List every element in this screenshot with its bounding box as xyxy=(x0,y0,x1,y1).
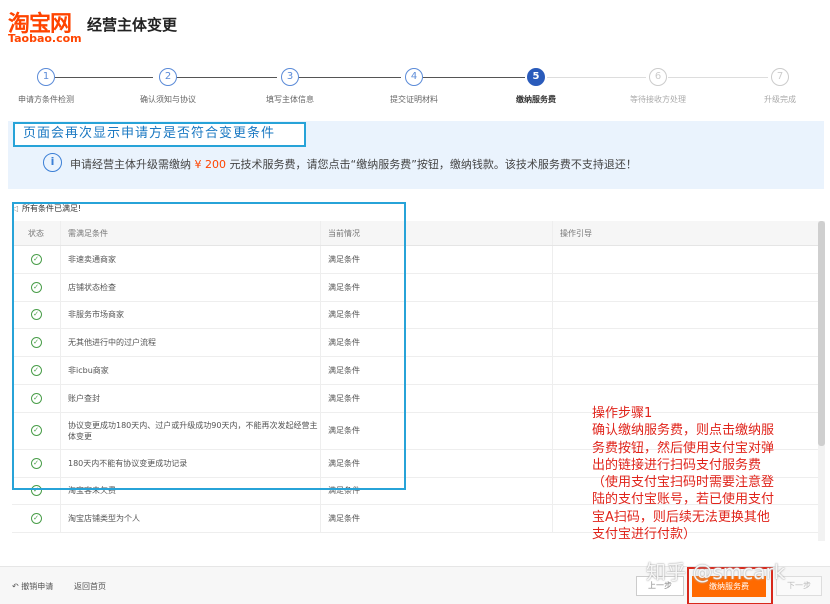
table-header-row: 状态 需满足条件 当前情况 操作引导 xyxy=(12,221,824,246)
step-2-label: 确认须知与协议 xyxy=(140,95,196,104)
check-circle-icon: ✓ xyxy=(30,365,42,377)
table-row: ✓ 无其他进行中的过户流程 满足条件 xyxy=(12,329,824,358)
annotation-line: 确认缴纳服务费，则点击缴纳服 xyxy=(592,423,775,439)
progress-stepper: 1 2 3 4 5 6 7 申请方条件检测 确认须知与协议 填写主体信息 提交证… xyxy=(0,60,830,110)
condition-text: 180天内不能有协议变更成功记录 xyxy=(68,458,188,468)
step-5-circle: 5 xyxy=(527,68,545,86)
step-6-label: 等待接收方处理 xyxy=(630,95,686,104)
step-3-circle: 3 xyxy=(281,68,299,86)
step-5-label: 缴纳服务费 xyxy=(516,95,556,104)
step-3-label: 填写主体信息 xyxy=(266,95,314,104)
annotation-line: 务费按钮，然后使用支付宝对弹 xyxy=(592,440,775,456)
step-connector xyxy=(547,77,646,78)
step-7-label: 升级完成 xyxy=(764,95,796,104)
annotation-line: 陆的支付宝账号，若已使用支付 xyxy=(592,492,775,508)
table-row: ✓ 非速卖通商家 满足条件 xyxy=(12,246,824,274)
condition-text: 账户查封 xyxy=(68,393,100,403)
column-header-current: 当前情况 xyxy=(328,228,360,238)
step-connector xyxy=(177,77,277,78)
condition-text: 协议变更成功180天内、过户或升级成功90天内，不能再次发起经营主体变更 xyxy=(68,420,318,441)
back-to-home-link[interactable]: 返回首页 xyxy=(74,581,106,592)
step-7-circle: 7 xyxy=(771,68,789,86)
step-connector xyxy=(299,77,401,78)
notice-text-after: 元技术服务费，请您点击“缴纳服务费”按钮，缴纳钱款。该技术服务费不支持退还！ xyxy=(229,158,637,171)
column-header-condition: 需满足条件 xyxy=(68,228,108,238)
condition-status: 满足条件 xyxy=(328,366,360,376)
annotation-instructions: 操作步骤1 确认缴纳服务费，则点击缴纳服 务费按钮，然后使用支付宝对弹 出的链接… xyxy=(592,405,824,543)
condition-text: 淘宝店铺类型为个人 xyxy=(68,514,140,524)
annotation-line: （使用支付宝扫码时需要注意登 xyxy=(592,475,775,491)
check-circle-icon: ✓ xyxy=(30,253,42,265)
step-4-label: 提交证明材料 xyxy=(390,95,438,104)
condition-status: 满足条件 xyxy=(328,254,360,264)
cancel-application-link[interactable]: ↶ 撤销申请 xyxy=(12,581,53,592)
column-header-status: 状态 xyxy=(28,228,44,238)
step-1-circle: 1 xyxy=(37,68,55,86)
step-1-label: 申请方条件检测 xyxy=(18,95,74,104)
condition-text: 非服务市场商家 xyxy=(68,310,124,320)
cancel-application-label: 撤销申请 xyxy=(21,582,54,591)
check-circle-icon: ✓ xyxy=(30,513,42,525)
check-circle-icon: ✓ xyxy=(30,309,42,321)
step-connector xyxy=(55,77,153,78)
condition-text: 非速卖通商家 xyxy=(68,254,116,264)
info-icon: i xyxy=(43,153,62,172)
check-circle-icon: ✓ xyxy=(30,281,42,293)
annotation-line: 宝A扫码，则后续无法更换其他 xyxy=(592,509,770,525)
condition-status: 满足条件 xyxy=(328,393,360,403)
step-4-circle: 4 xyxy=(405,68,423,86)
annotation-line: 出的链接进行扫码支付服务费 xyxy=(592,457,762,473)
page-title: 经营主体变更 xyxy=(87,16,178,34)
condition-status: 满足条件 xyxy=(328,338,360,348)
step-6-circle: 6 xyxy=(649,68,667,86)
check-circle-icon: ✓ xyxy=(30,485,42,497)
condition-text: 店铺状态检查 xyxy=(68,282,116,292)
condition-status: 满足条件 xyxy=(328,486,360,496)
condition-status: 满足条件 xyxy=(328,426,360,436)
annotation-line: 支付宝进行付款） xyxy=(592,527,697,543)
check-circle-icon: ✓ xyxy=(30,425,42,437)
condition-status: 满足条件 xyxy=(328,282,360,292)
annotation-line: 操作步骤1 xyxy=(592,406,653,421)
table-row: ✓ 非icbu商家 满足条件 xyxy=(12,357,824,385)
conditions-header-text: 所有条件已满足! xyxy=(22,204,82,213)
check-circle-icon: ✓ xyxy=(30,337,42,349)
condition-status: 满足条件 xyxy=(328,310,360,320)
table-row: ✓ 非服务市场商家 满足条件 xyxy=(12,301,824,330)
step-connector xyxy=(668,77,768,78)
condition-status: 满足条件 xyxy=(328,458,360,468)
zhihu-watermark: 知乎 @smcark xyxy=(646,560,786,584)
condition-text: 淘宝客未欠费 xyxy=(68,486,116,496)
annotation-top: 页面会再次显示申请方是否符合变更条件 xyxy=(13,122,306,147)
speaker-icon: ◁ xyxy=(12,204,19,213)
undo-icon: ↶ xyxy=(12,582,19,591)
column-header-guide: 操作引导 xyxy=(560,228,592,238)
step-connector xyxy=(423,77,525,78)
fee-amount: ¥ 200 xyxy=(194,158,227,171)
condition-text: 非icbu商家 xyxy=(68,366,109,376)
conditions-header: ◁ 所有条件已满足! xyxy=(12,203,81,214)
notice-text: 申请经营主体升级需缴纳 ¥ 200 元技术服务费，请您点击“缴纳服务费”按钮，缴… xyxy=(70,156,637,172)
notice-text-before: 申请经营主体升级需缴纳 xyxy=(70,158,191,171)
table-row: ✓ 店铺状态检查 满足条件 xyxy=(12,273,824,302)
step-2-circle: 2 xyxy=(159,68,177,86)
condition-text: 无其他进行中的过户流程 xyxy=(68,338,156,348)
check-circle-icon: ✓ xyxy=(30,457,42,469)
check-circle-icon: ✓ xyxy=(30,392,42,404)
condition-status: 满足条件 xyxy=(328,514,360,524)
taobao-logo-subtitle: Taobao.com xyxy=(8,32,82,45)
header: 淘宝网 Taobao.com 经营主体变更 xyxy=(0,0,830,55)
